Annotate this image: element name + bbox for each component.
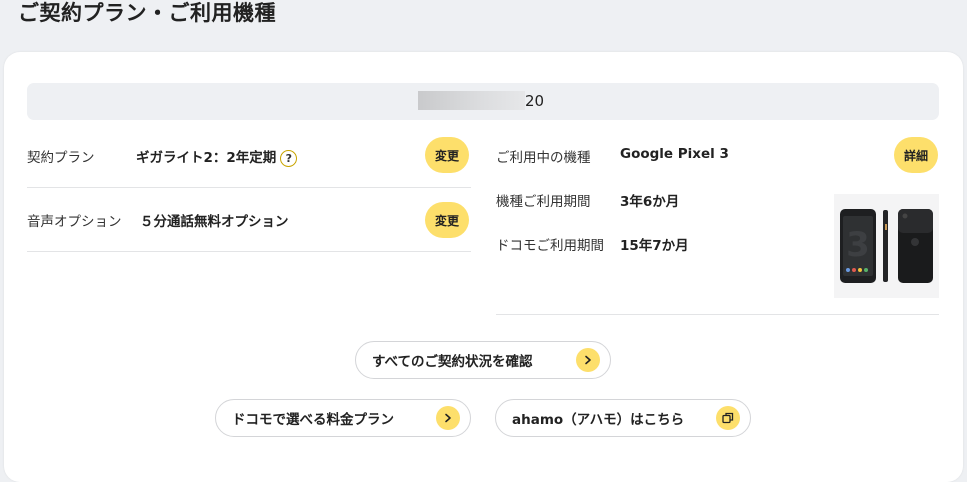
device-period-label: 機種ご利用期間 xyxy=(496,194,591,210)
help-icon[interactable]: ? xyxy=(280,149,298,167)
docomo-period-label: ドコモご利用期間 xyxy=(496,238,604,254)
all-contracts-link-label: すべてのご契約状況を確認 xyxy=(372,354,533,370)
chevron-right-icon xyxy=(436,406,460,430)
phone-number-bar: 20 xyxy=(27,83,939,120)
docomo-plans-link-label: ドコモで選べる料金プラン xyxy=(232,412,394,428)
plan-value-text: ギガライト2：2年定期 xyxy=(136,150,277,166)
page-title: ご契約プラン・ご利用機種 xyxy=(18,1,276,25)
ahamo-link[interactable]: ahamo（アハモ）はこちら xyxy=(495,399,751,437)
voice-option-value: ５分通話無料オプション xyxy=(140,214,289,230)
device-value: Google Pixel 3 xyxy=(620,146,729,162)
docomo-plans-link[interactable]: ドコモで選べる料金プラン xyxy=(215,399,471,437)
right-column-divider xyxy=(496,314,939,315)
contract-card: 20 契約プラン ギガライト2：2年定期? 変更 音声オプション ５分通話無料オ… xyxy=(4,52,963,482)
voice-option-change-button[interactable]: 変更 xyxy=(425,202,469,238)
phone-image: 3 xyxy=(834,194,939,298)
docomo-period-value: 15年7か月 xyxy=(620,238,689,254)
voice-option-label: 音声オプション xyxy=(27,214,122,230)
device-detail-button[interactable]: 詳細 xyxy=(894,137,938,173)
all-contracts-link[interactable]: すべてのご契約状況を確認 xyxy=(355,341,611,379)
voice-option-row: 音声オプション ５分通話無料オプション 変更 xyxy=(27,188,471,252)
plan-label: 契約プラン xyxy=(27,150,95,166)
svg-text:3: 3 xyxy=(846,225,870,265)
device-label: ご利用中の機種 xyxy=(496,150,591,166)
chevron-right-icon xyxy=(576,348,600,372)
device-period-value: 3年6か月 xyxy=(620,194,680,210)
ahamo-link-label: ahamo（アハモ）はこちら xyxy=(512,412,685,428)
plan-row: 契約プラン ギガライト2：2年定期? 変更 xyxy=(27,124,471,188)
plan-value: ギガライト2：2年定期? xyxy=(136,146,298,167)
phone-number-suffix: 20 xyxy=(525,92,545,110)
masked-number xyxy=(418,91,525,110)
plan-change-button[interactable]: 変更 xyxy=(425,137,469,173)
external-window-icon xyxy=(716,406,740,430)
